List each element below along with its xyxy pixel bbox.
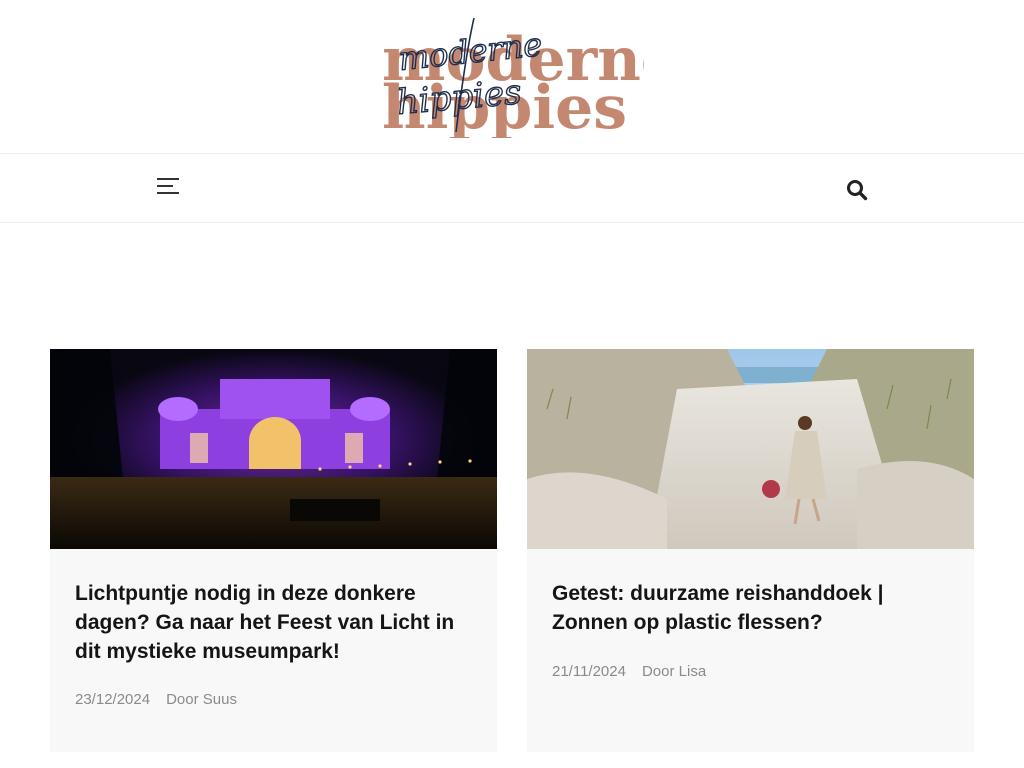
post-title[interactable]: Getest: duurzame reishanddoek | Zonnen o… xyxy=(552,579,952,637)
post-card[interactable]: Lichtpuntje nodig in deze donkere dagen?… xyxy=(50,349,497,752)
search-icon xyxy=(847,180,868,201)
post-title[interactable]: Lichtpuntje nodig in deze donkere dagen?… xyxy=(75,579,475,666)
main-navigation xyxy=(0,153,1024,223)
menu-button[interactable] xyxy=(154,174,182,198)
post-date: 23/12/2024 xyxy=(75,691,151,708)
post-author[interactable]: Door Lisa xyxy=(642,663,706,680)
post-meta: 21/11/2024 Door Lisa xyxy=(552,663,706,680)
post-image-dunes[interactable] xyxy=(527,349,974,549)
post-card[interactable]: Getest: duurzame reishanddoek | Zonnen o… xyxy=(527,349,974,752)
post-author[interactable]: Door Suus xyxy=(166,691,237,708)
site-logo[interactable]: moderne hippies moderne hippies xyxy=(378,14,644,138)
post-date: 21/11/2024 xyxy=(552,663,626,680)
site-header: moderne hippies moderne hippies xyxy=(0,0,1024,153)
hamburger-menu-icon xyxy=(157,178,179,194)
post-meta: 23/12/2024 Door Suus xyxy=(75,691,237,708)
search-button[interactable] xyxy=(845,178,869,202)
post-image-museum-night[interactable] xyxy=(50,349,497,549)
